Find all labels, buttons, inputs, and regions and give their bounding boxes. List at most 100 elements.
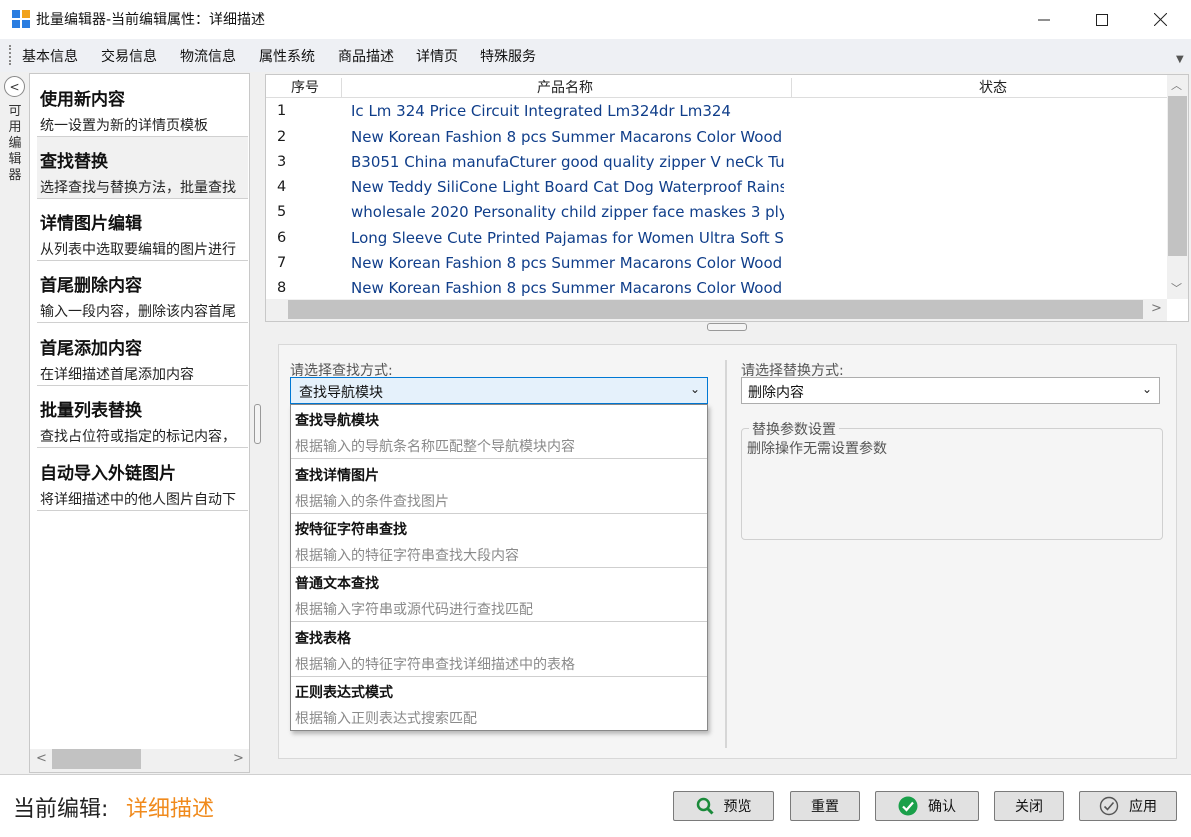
confirm-button[interactable]: 确认 bbox=[875, 791, 979, 821]
editor-item-desc: 将详细描述中的他人图片自动下 bbox=[40, 492, 236, 508]
column-header-product-name[interactable]: 产品名称 bbox=[537, 77, 593, 97]
editor-item-new-content[interactable]: 使用新内容 统一设置为新的详情页模板 bbox=[37, 75, 248, 137]
row-product-name[interactable]: New Teddy SiliCone Light Board Cat Dog W… bbox=[351, 178, 784, 196]
available-editors-label: 可用编辑器 bbox=[8, 104, 22, 183]
dropdown-option-find-image[interactable]: 查找详情图片 根据输入的条件查找图片 bbox=[291, 460, 707, 514]
minimize-icon bbox=[1038, 19, 1050, 20]
row-index[interactable]: 8 bbox=[277, 280, 286, 296]
search-icon bbox=[696, 797, 714, 815]
replace-method-select[interactable]: 删除内容 bbox=[741, 377, 1160, 404]
vertical-splitter-handle[interactable] bbox=[254, 404, 261, 444]
option-title: 查找详情图片 bbox=[295, 468, 379, 484]
row-product-name[interactable]: Ic Lm 324 Price Circuit Integrated Lm324… bbox=[351, 102, 784, 120]
tab-overflow-icon[interactable]: ▼ bbox=[1176, 54, 1184, 65]
editor-item-desc: 在详细描述首尾添加内容 bbox=[40, 367, 194, 383]
option-title: 正则表达式模式 bbox=[295, 685, 393, 701]
row-product-name[interactable]: New Korean Fashion 8 pcs Summer Macarons… bbox=[351, 254, 784, 272]
dropdown-option-find-nav[interactable]: 查找导航模块 根据输入的导航条名称匹配整个导航模块内容 bbox=[291, 405, 707, 459]
editor-item-trim-content[interactable]: 首尾删除内容 输入一段内容，删除该内容首尾 bbox=[37, 261, 248, 323]
search-method-select[interactable]: 查找导航模块 bbox=[290, 377, 708, 404]
editor-item-title: 首尾删除内容 bbox=[40, 276, 142, 296]
maximize-icon bbox=[1096, 13, 1108, 26]
column-divider[interactable] bbox=[791, 78, 792, 98]
dropdown-option-feature-string[interactable]: 按特征字符串查找 根据输入的特征字符串查找大段内容 bbox=[291, 514, 707, 568]
preview-button[interactable]: 预览 bbox=[673, 791, 774, 821]
option-title: 查找表格 bbox=[295, 631, 351, 647]
editor-item-desc: 选择查找与替换方法，批量查找 bbox=[40, 180, 236, 196]
option-title: 查找导航模块 bbox=[295, 413, 379, 429]
row-index[interactable]: 7 bbox=[277, 255, 286, 271]
row-index[interactable]: 1 bbox=[277, 103, 286, 119]
dropdown-option-plain-text[interactable]: 普通文本查找 根据输入字符串或源代码进行查找匹配 bbox=[291, 568, 707, 622]
editor-item-import-images[interactable]: 自动导入外链图片 将详细描述中的他人图片自动下 bbox=[37, 449, 248, 511]
row-product-name[interactable]: B3051 China manufaCturer good quality zi… bbox=[351, 153, 784, 171]
row-product-name[interactable]: wholesale 2020 Personality child zipper … bbox=[351, 203, 784, 221]
editor-item-add-content[interactable]: 首尾添加内容 在详细描述首尾添加内容 bbox=[37, 324, 248, 386]
editor-item-desc: 查找占位符或指定的标记内容， bbox=[40, 429, 236, 445]
column-header-index[interactable]: 序号 bbox=[291, 77, 319, 97]
option-desc: 根据输入的特征字符串查找大段内容 bbox=[295, 548, 519, 564]
scroll-up-icon[interactable]: ︿ bbox=[1171, 77, 1182, 93]
option-desc: 根据输入正则表达式搜索匹配 bbox=[295, 711, 477, 727]
row-product-name[interactable]: New Korean Fashion 8 pcs Summer Macarons… bbox=[351, 128, 784, 146]
dropdown-option-find-table[interactable]: 查找表格 根据输入的特征字符串查找详细描述中的表格 bbox=[291, 623, 707, 677]
editor-item-desc: 输入一段内容，删除该内容首尾 bbox=[40, 304, 236, 320]
editor-item-desc: 从列表中选取要编辑的图片进行 bbox=[40, 242, 236, 258]
chevron-down-icon[interactable]: ⌄ bbox=[690, 382, 700, 396]
scrollbar-thumb[interactable] bbox=[1168, 96, 1187, 256]
editor-item-find-replace[interactable]: 查找替换 选择查找与替换方法，批量查找 bbox=[37, 137, 248, 199]
row-product-name[interactable]: New Korean Fashion 8 pcs Summer Macarons… bbox=[351, 279, 784, 297]
row-index[interactable]: 3 bbox=[277, 154, 286, 170]
row-index[interactable]: 4 bbox=[277, 179, 286, 195]
scrollbar-thumb[interactable] bbox=[52, 749, 141, 769]
option-desc: 根据输入的条件查找图片 bbox=[295, 494, 449, 510]
option-desc: 根据输入的特征字符串查找详细描述中的表格 bbox=[295, 657, 575, 673]
row-product-name[interactable]: Long Sleeve Cute Printed Pajamas for Wom… bbox=[351, 229, 784, 247]
apply-button[interactable]: 应用 bbox=[1079, 791, 1177, 821]
scroll-right-icon[interactable]: > bbox=[1151, 301, 1162, 316]
scroll-right-icon[interactable]: > bbox=[233, 751, 244, 766]
horizontal-splitter-handle[interactable] bbox=[707, 323, 747, 331]
row-index[interactable]: 2 bbox=[277, 129, 286, 145]
apply-label: 应用 bbox=[1129, 799, 1157, 815]
tab-basic-info[interactable]: 基本信息 bbox=[22, 46, 78, 66]
preview-label: 预览 bbox=[723, 799, 752, 815]
scroll-down-icon[interactable]: ﹀ bbox=[1171, 280, 1182, 296]
reset-button[interactable]: 重置 bbox=[790, 791, 860, 821]
column-header-status[interactable]: 状态 bbox=[979, 77, 1007, 97]
collapse-panel-button[interactable]: < bbox=[4, 76, 25, 97]
check-circle-icon bbox=[898, 796, 918, 816]
close-dialog-button[interactable]: 关闭 bbox=[994, 791, 1064, 821]
dropdown-option-regex[interactable]: 正则表达式模式 根据输入正则表达式搜索匹配 bbox=[291, 677, 707, 731]
tab-trade-info[interactable]: 交易信息 bbox=[101, 46, 157, 66]
option-desc: 根据输入字符串或源代码进行查找匹配 bbox=[295, 602, 533, 618]
option-desc: 根据输入的导航条名称匹配整个导航模块内容 bbox=[295, 439, 575, 455]
tab-product-description[interactable]: 商品描述 bbox=[338, 46, 394, 66]
close-button[interactable] bbox=[1132, 0, 1188, 39]
editor-item-title: 查找替换 bbox=[40, 152, 108, 172]
tab-special-service[interactable]: 特殊服务 bbox=[480, 46, 536, 66]
scrollbar-thumb[interactable] bbox=[288, 300, 1143, 319]
check-outline-icon bbox=[1099, 796, 1119, 816]
row-index[interactable]: 6 bbox=[277, 230, 286, 246]
minimize-button[interactable] bbox=[1016, 0, 1072, 39]
chevron-down-icon[interactable]: ⌄ bbox=[1142, 382, 1152, 396]
chevron-left-icon: < bbox=[9, 79, 20, 94]
editor-item-desc: 统一设置为新的详情页模板 bbox=[40, 118, 208, 134]
editor-item-image-edit[interactable]: 详情图片编辑 从列表中选取要编辑的图片进行 bbox=[37, 199, 248, 261]
close-label: 关闭 bbox=[1015, 799, 1043, 815]
tab-logistics-info[interactable]: 物流信息 bbox=[180, 46, 236, 66]
option-title: 按特征字符串查找 bbox=[295, 522, 407, 538]
maximize-button[interactable] bbox=[1074, 0, 1130, 39]
close-icon bbox=[1153, 13, 1167, 26]
reset-label: 重置 bbox=[811, 799, 839, 815]
current-edit-value: 详细描述 bbox=[126, 797, 215, 822]
tab-detail-page[interactable]: 详情页 bbox=[416, 46, 458, 66]
column-divider[interactable] bbox=[341, 78, 342, 98]
tab-attribute-system[interactable]: 属性系统 bbox=[259, 46, 315, 66]
editor-item-list-replace[interactable]: 批量列表替换 查找占位符或指定的标记内容， bbox=[37, 386, 248, 448]
scroll-left-icon[interactable]: < bbox=[36, 751, 47, 766]
row-index[interactable]: 5 bbox=[277, 204, 286, 220]
confirm-label: 确认 bbox=[928, 799, 956, 815]
panel-divider bbox=[725, 360, 727, 748]
